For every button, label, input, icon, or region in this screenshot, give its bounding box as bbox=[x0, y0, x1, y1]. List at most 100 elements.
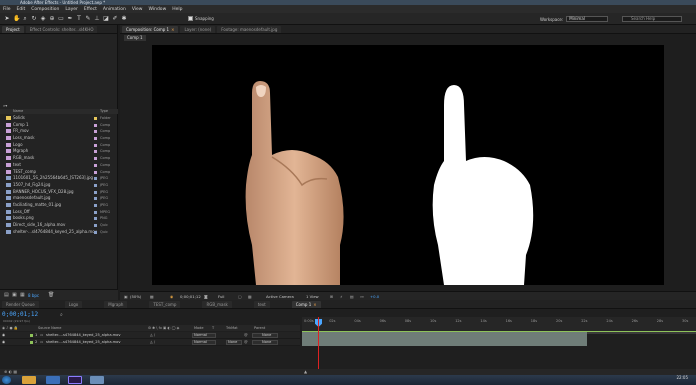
project-item[interactable]: faciliating_matte_01.jpg JPEG bbox=[0, 202, 118, 209]
menu-effect[interactable]: Effect bbox=[84, 7, 97, 12]
composition-viewer[interactable] bbox=[152, 45, 664, 285]
layer-name[interactable]: shelter-...s4764844_keyed_25_alpha.mov bbox=[46, 332, 121, 339]
pickwhip-icon[interactable]: @ bbox=[244, 332, 248, 339]
new-comp-icon[interactable]: ▦ bbox=[20, 292, 25, 298]
project-item-label-color[interactable] bbox=[94, 130, 97, 134]
camera-tool-icon[interactable]: ◈ bbox=[40, 16, 46, 22]
project-item-label-color[interactable] bbox=[94, 203, 97, 207]
project-item[interactable]: Mgraph Comp bbox=[0, 148, 118, 155]
project-item-label-color[interactable] bbox=[94, 177, 97, 181]
project-item[interactable]: 1101601_5S_2h25564b6d5_[ST263].jpg JPEG bbox=[0, 175, 118, 182]
tab-project[interactable]: Project bbox=[2, 25, 24, 33]
workspace-select[interactable]: Minimal bbox=[566, 16, 609, 22]
project-item-label-color[interactable] bbox=[94, 163, 97, 167]
switches-icon[interactable]: ⚙ ✱ \ fx ▣ ◐ ◯ ◈ bbox=[148, 325, 179, 331]
pen-tool-icon[interactable]: ✒ bbox=[67, 16, 73, 22]
project-item[interactable]: Solids Folder bbox=[0, 115, 118, 122]
roto-brush-tool-icon[interactable]: ✐ bbox=[112, 16, 118, 22]
tab-logo[interactable]: Logo bbox=[64, 300, 83, 308]
column-source-name[interactable]: Source Name bbox=[38, 325, 61, 331]
tab-footage[interactable]: Footage: maenosdefault.jpg bbox=[217, 25, 282, 33]
pickwhip-icon[interactable]: @ bbox=[244, 339, 248, 346]
comp-breadcrumb[interactable]: Comp 1 bbox=[124, 35, 146, 41]
browser-taskbar-icon[interactable] bbox=[46, 376, 60, 384]
project-item[interactable]: text Comp bbox=[0, 162, 118, 169]
tab-render-queue[interactable]: Render Queue bbox=[2, 300, 39, 308]
project-item-label-color[interactable] bbox=[94, 210, 97, 214]
menu-window[interactable]: Window bbox=[149, 7, 167, 12]
layer-label-color[interactable] bbox=[30, 334, 33, 337]
timeline-current-time[interactable]: 0;00;01;12 bbox=[2, 311, 38, 318]
menu-edit[interactable]: Edit bbox=[17, 7, 26, 12]
project-item[interactable]: BANNER_HOCUS_VFX_D28.jpg JPEG bbox=[0, 189, 118, 196]
eye-icon[interactable]: ◉ bbox=[2, 332, 5, 339]
layer-duration-bar[interactable] bbox=[302, 339, 587, 346]
menu-view[interactable]: View bbox=[132, 7, 143, 12]
close-icon[interactable]: × bbox=[171, 27, 174, 32]
eraser-tool-icon[interactable]: ◪ bbox=[103, 16, 109, 22]
project-item[interactable]: Loss_Off MPEG bbox=[0, 209, 118, 216]
interpret-footage-icon[interactable]: ▤ bbox=[4, 292, 9, 298]
hand-tool-icon[interactable]: ✋ bbox=[13, 16, 20, 22]
new-folder-icon[interactable]: ▣ bbox=[12, 292, 17, 298]
tab-mgraph[interactable]: Mgraph bbox=[104, 300, 128, 308]
project-item-label-color[interactable] bbox=[94, 117, 97, 120]
search-icon[interactable]: ⌕ bbox=[60, 312, 63, 318]
project-item[interactable]: Loss_mask Comp bbox=[0, 135, 118, 142]
mask-tool-icon[interactable]: ▭ bbox=[58, 16, 64, 22]
project-item-label-color[interactable] bbox=[94, 123, 97, 127]
bpc-toggle[interactable]: 8 bpc bbox=[28, 293, 39, 298]
playhead-line[interactable] bbox=[318, 317, 319, 375]
menu-help[interactable]: Help bbox=[172, 7, 182, 12]
time-ruler[interactable]: 0:00s 02s 04s 06s 08s 10s 12s 14s 16s 18s 20s 22s 24… bbox=[302, 317, 696, 331]
project-item[interactable]: Comp 1 Comp bbox=[0, 122, 118, 129]
project-item-label-color[interactable] bbox=[94, 170, 97, 174]
menu-animation[interactable]: Animation bbox=[103, 7, 126, 12]
toggle-switches-icon[interactable]: ⊕ ◐ ▦ bbox=[4, 369, 17, 374]
tab-text[interactable]: text bbox=[253, 300, 270, 308]
project-item[interactable]: maenosdefault.jpg JPEG bbox=[0, 195, 118, 202]
type-tool-icon[interactable]: T bbox=[76, 16, 82, 22]
project-item-label-color[interactable] bbox=[94, 143, 97, 147]
after-effects-taskbar-icon[interactable] bbox=[68, 376, 82, 384]
system-clock[interactable]: 22:05 bbox=[676, 376, 688, 380]
project-item-label-color[interactable] bbox=[94, 157, 97, 161]
pan-behind-tool-icon[interactable]: ⊕ bbox=[49, 16, 55, 22]
project-item-label-color[interactable] bbox=[94, 217, 97, 221]
project-item[interactable]: Logo Comp bbox=[0, 142, 118, 149]
puppet-tool-icon[interactable]: ✱ bbox=[121, 16, 127, 22]
av-switches-icon[interactable]: ◉ ♪ ● 🔒 bbox=[2, 325, 18, 331]
project-item[interactable]: FR_mov Comp bbox=[0, 128, 118, 135]
tab-effect-controls[interactable]: Effect Controls: shelter...sl4KHO bbox=[25, 25, 98, 33]
project-item-label-color[interactable] bbox=[94, 190, 97, 194]
search-help-input[interactable]: Search Help bbox=[622, 16, 682, 22]
rotate-tool-icon[interactable]: ↻ bbox=[31, 16, 37, 22]
menu-file[interactable]: File bbox=[3, 7, 11, 12]
collapse-icon[interactable]: ◬ / bbox=[150, 339, 155, 346]
project-item[interactable]: Direct_side_16_alpha.mov Quic bbox=[0, 222, 118, 229]
explorer-taskbar-icon[interactable] bbox=[22, 376, 36, 384]
layer-name[interactable]: shelter-...s4764844_keyed_25_alpha.mov bbox=[46, 339, 121, 346]
column-name[interactable]: Name bbox=[13, 109, 23, 114]
tab-rgb-mask[interactable]: RGB_mask bbox=[202, 300, 232, 308]
column-parent[interactable]: Parent bbox=[254, 325, 265, 331]
project-item-label-color[interactable] bbox=[94, 183, 97, 187]
app-taskbar-icon[interactable] bbox=[90, 376, 104, 384]
trash-icon[interactable]: 🗑 bbox=[48, 292, 54, 298]
project-item-label-color[interactable] bbox=[94, 137, 97, 141]
column-t[interactable]: T bbox=[212, 325, 214, 331]
column-trkmat[interactable]: TrkMat bbox=[226, 325, 238, 331]
snapping-checkbox[interactable] bbox=[188, 16, 193, 21]
tab-layer[interactable]: Layer: (none) bbox=[180, 25, 216, 33]
project-item[interactable]: TEST_comp Comp bbox=[0, 169, 118, 176]
layer-duration-bar[interactable] bbox=[302, 332, 587, 339]
project-item-label-color[interactable] bbox=[94, 150, 97, 154]
project-search-input[interactable]: ⌕▾ bbox=[3, 103, 115, 108]
tab-test-comp[interactable]: TEST_comp bbox=[149, 300, 181, 308]
project-item-label-color[interactable] bbox=[94, 197, 97, 201]
project-item[interactable]: shelter-...sl4764844_keyed_25_alpha.mov Q… bbox=[0, 229, 118, 236]
snapping-toggle[interactable]: Snapping bbox=[188, 16, 214, 21]
start-button[interactable] bbox=[2, 376, 11, 384]
project-item[interactable]: books.png PNG bbox=[0, 215, 118, 222]
project-item[interactable]: RGB_mask Comp bbox=[0, 155, 118, 162]
